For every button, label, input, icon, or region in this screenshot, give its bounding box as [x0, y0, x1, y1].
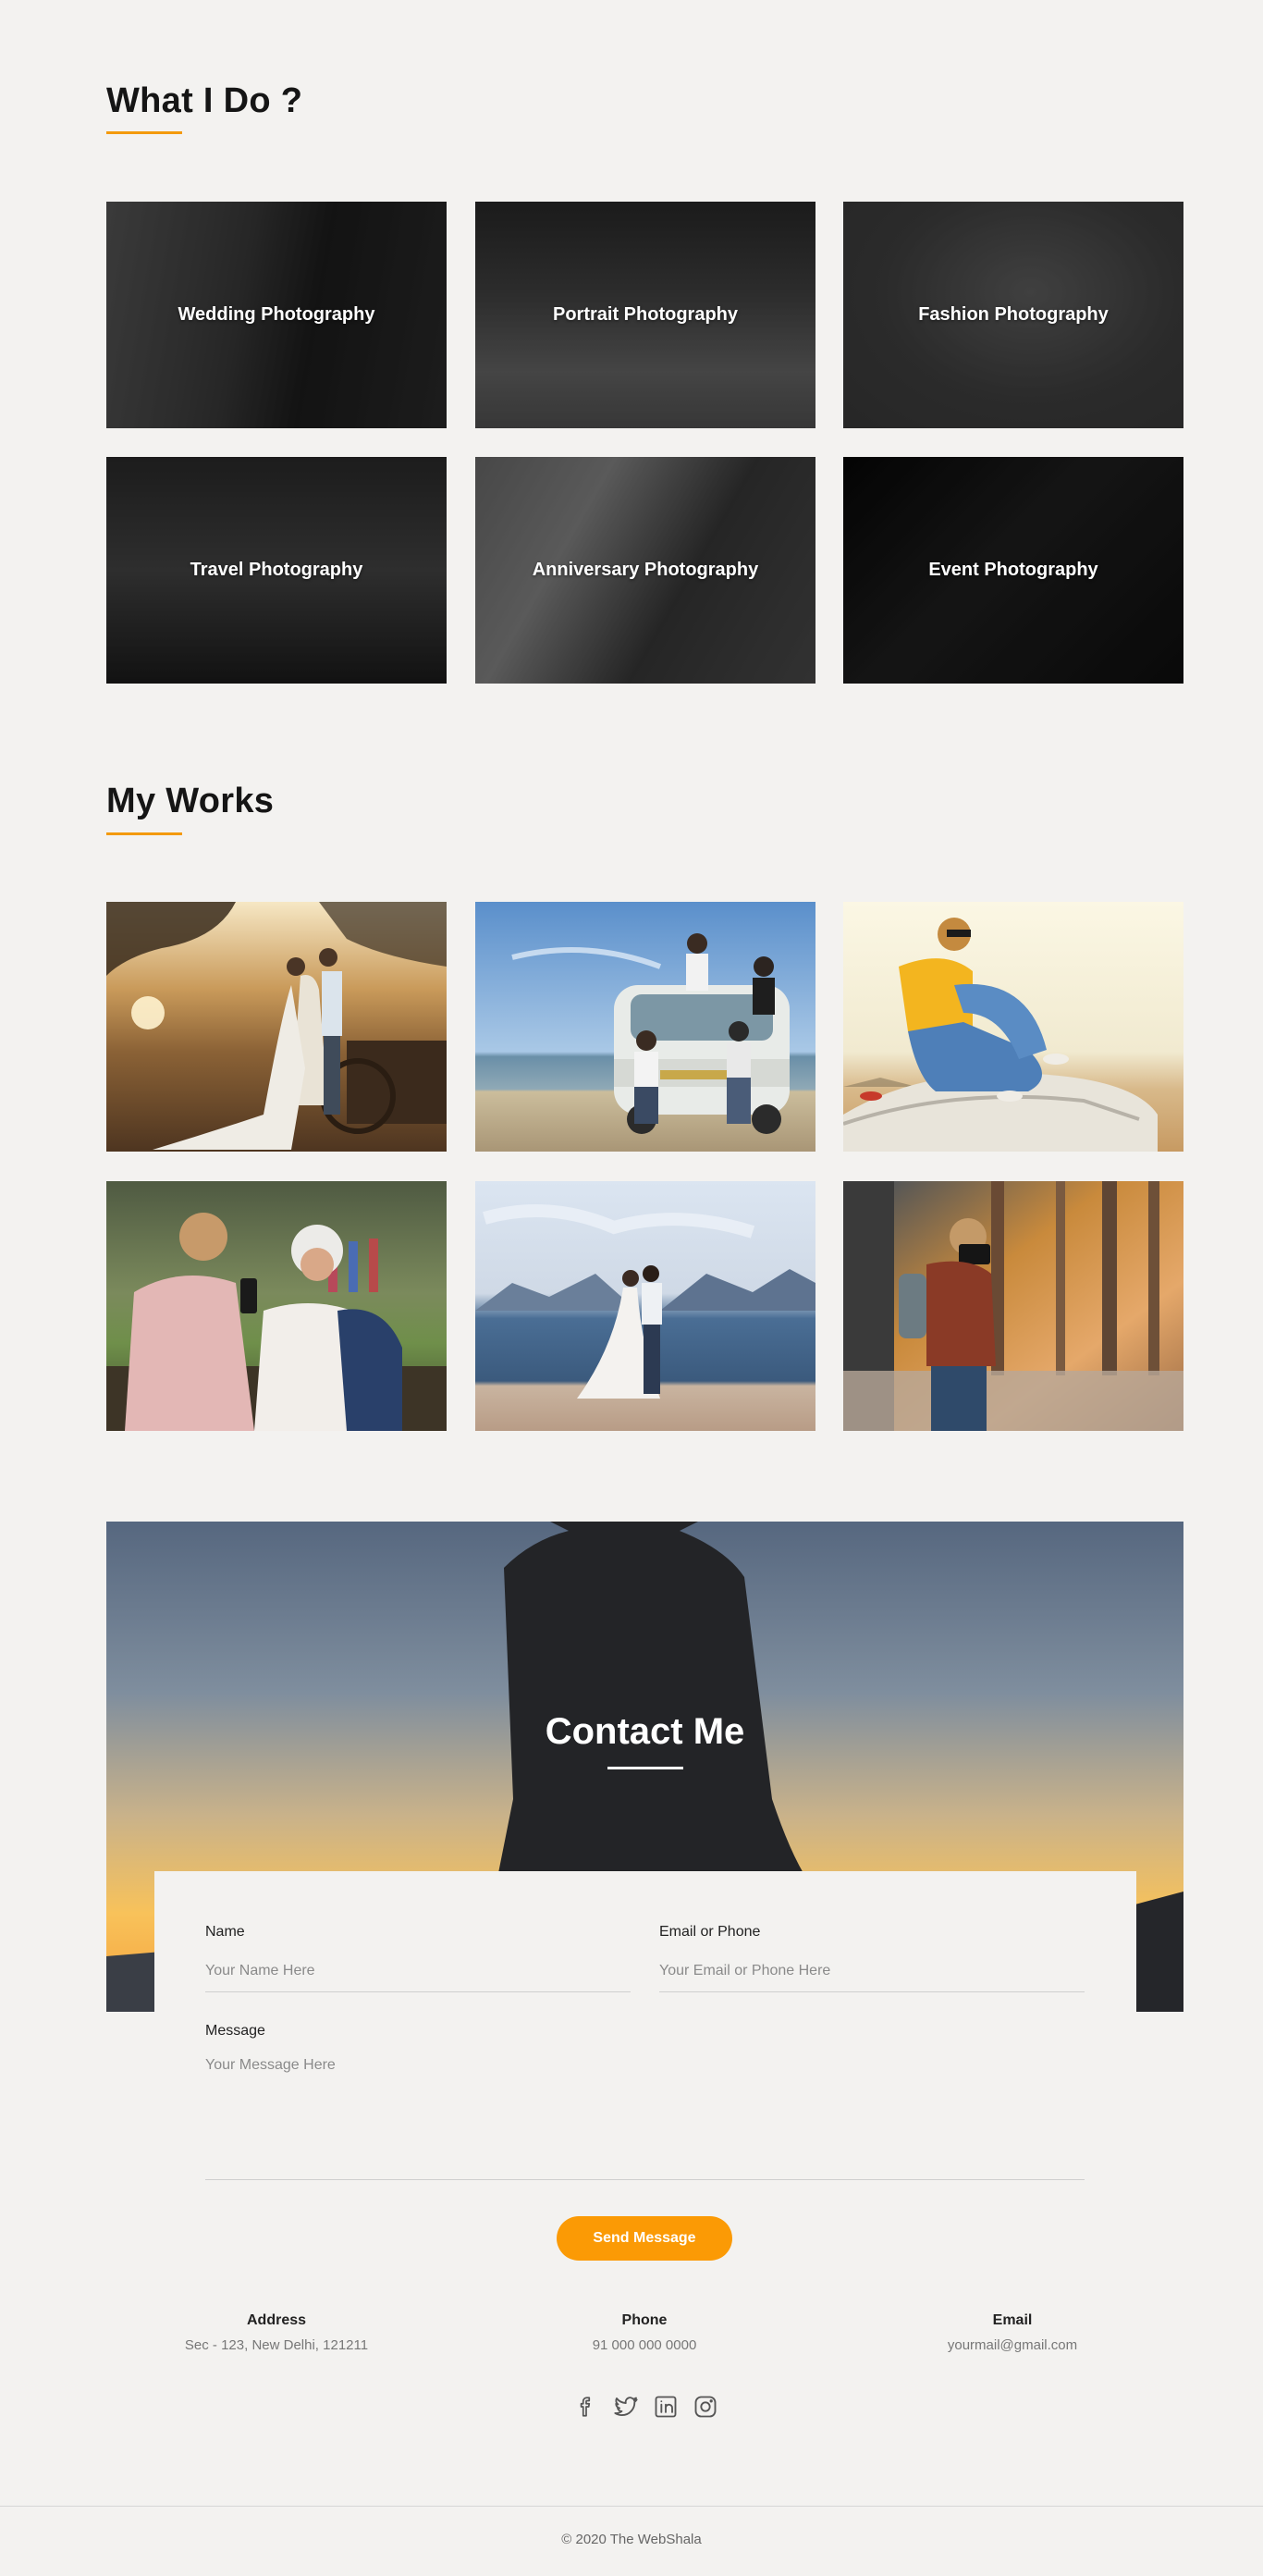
works-title: My Works — [106, 782, 275, 820]
service-card-travel[interactable]: Travel Photography — [106, 457, 447, 684]
email-label: Email or Phone — [659, 1924, 761, 1940]
twitter-icon[interactable] — [612, 2393, 640, 2421]
services-title-underline — [106, 131, 182, 134]
address-info: Address Sec - 123, New Delhi, 121211 — [138, 2312, 415, 2353]
footer-divider — [0, 2506, 1263, 2507]
email-info: Email yourmail@gmail.com — [874, 2312, 1151, 2353]
name-label: Name — [205, 1924, 245, 1940]
send-message-button[interactable]: Send Message — [557, 2216, 732, 2261]
facebook-icon[interactable] — [572, 2393, 600, 2421]
service-card-event[interactable]: Event Photography — [843, 457, 1183, 684]
instagram-icon[interactable] — [692, 2393, 719, 2421]
work-photo-grandmother[interactable] — [106, 1181, 447, 1431]
address-title: Address — [246, 2312, 307, 2328]
work-photo-lake-wedding[interactable] — [475, 1181, 815, 1431]
woman-on-car-photo — [843, 902, 1183, 1152]
phone-value: 91 000 000 0000 — [592, 2337, 697, 2353]
social-links — [572, 2393, 719, 2421]
bride-and-groom-by-lake-photo — [475, 1181, 815, 1431]
service-card-wedding[interactable]: Wedding Photography — [106, 202, 447, 428]
name-input[interactable] — [205, 1950, 631, 1992]
email-title: Email — [992, 2312, 1033, 2328]
service-card-label: Wedding Photography — [178, 304, 375, 325]
phone-title: Phone — [621, 2312, 668, 2328]
woman-and-grandmother-photo — [106, 1181, 447, 1431]
contact-title: Contact Me — [545, 1711, 745, 1752]
address-value: Sec - 123, New Delhi, 121211 — [184, 2337, 369, 2353]
contact-title-underline — [607, 1767, 683, 1769]
message-label: Message — [205, 2023, 265, 2039]
linkedin-icon[interactable] — [652, 2393, 680, 2421]
message-textarea[interactable] — [205, 2057, 1085, 2180]
service-card-label: Event Photography — [928, 560, 1098, 580]
works-title-underline — [106, 832, 182, 835]
service-card-label: Travel Photography — [190, 560, 363, 580]
work-photo-forest-photographer[interactable] — [843, 1181, 1183, 1431]
friends-with-van-photo — [475, 902, 815, 1152]
footer-copyright: © 2020 The WebShala — [561, 2532, 702, 2547]
work-photo-woman-car[interactable] — [843, 902, 1183, 1152]
email-value: yourmail@gmail.com — [947, 2337, 1078, 2353]
email-input[interactable] — [659, 1950, 1085, 1992]
couple-in-field-photo — [106, 902, 447, 1152]
service-card-label: Portrait Photography — [552, 304, 738, 325]
work-photo-couple-field[interactable] — [106, 902, 447, 1152]
service-card-label: Fashion Photography — [918, 304, 1109, 325]
service-card-fashion[interactable]: Fashion Photography — [843, 202, 1183, 428]
woman-with-camera-in-forest-photo — [843, 1181, 1183, 1431]
work-photo-friends-van[interactable] — [475, 902, 815, 1152]
service-card-label: Anniversary Photography — [532, 560, 759, 580]
service-card-portrait[interactable]: Portrait Photography — [475, 202, 815, 428]
services-title: What I Do ? — [106, 81, 303, 120]
phone-info: Phone 91 000 000 0000 — [506, 2312, 783, 2353]
service-card-anniversary[interactable]: Anniversary Photography — [475, 457, 815, 684]
